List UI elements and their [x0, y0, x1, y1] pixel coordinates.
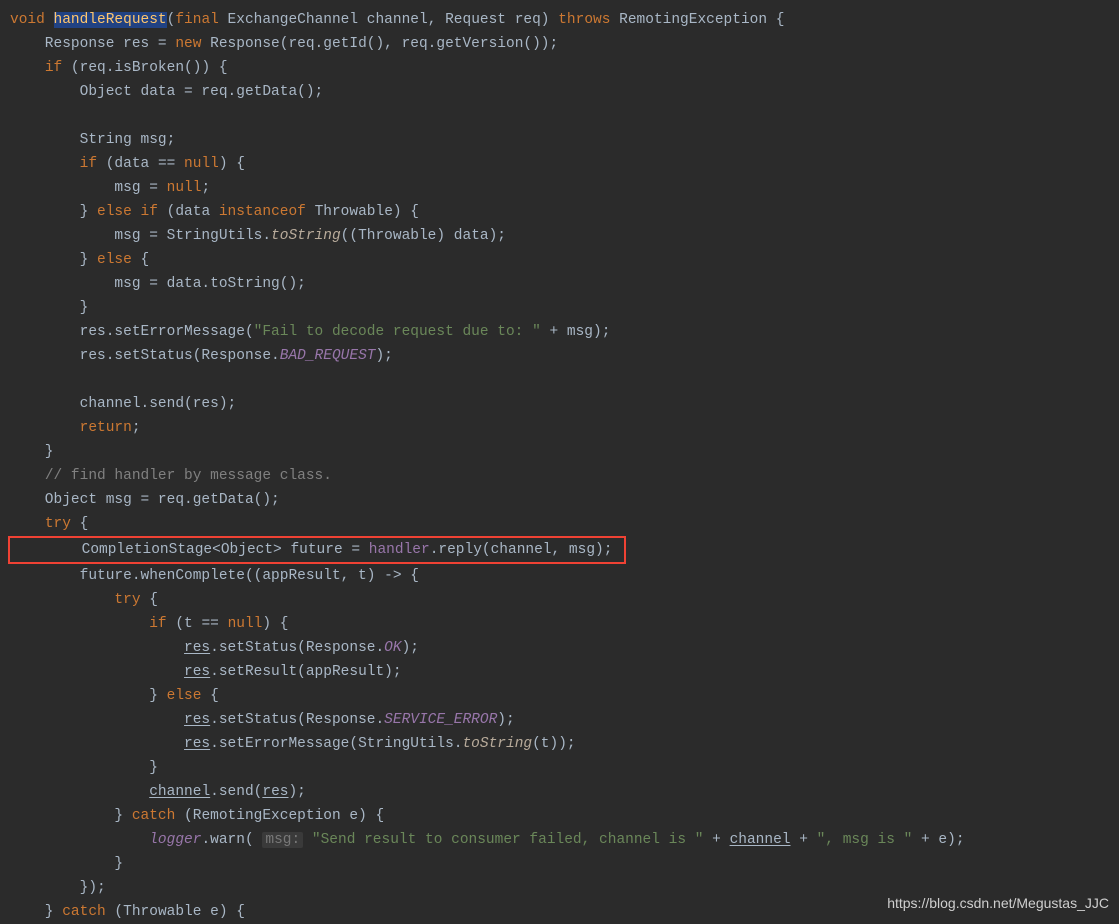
watermark: https://blog.csdn.net/Megustas_JJC: [887, 891, 1109, 915]
selected-method-name: handleRequest: [54, 12, 167, 28]
parameter-hint: msg:: [262, 832, 303, 848]
highlighted-line: CompletionStage<Object> future = handler…: [8, 536, 626, 564]
code-block: void handleRequest(final ExchangeChannel…: [0, 0, 1119, 924]
